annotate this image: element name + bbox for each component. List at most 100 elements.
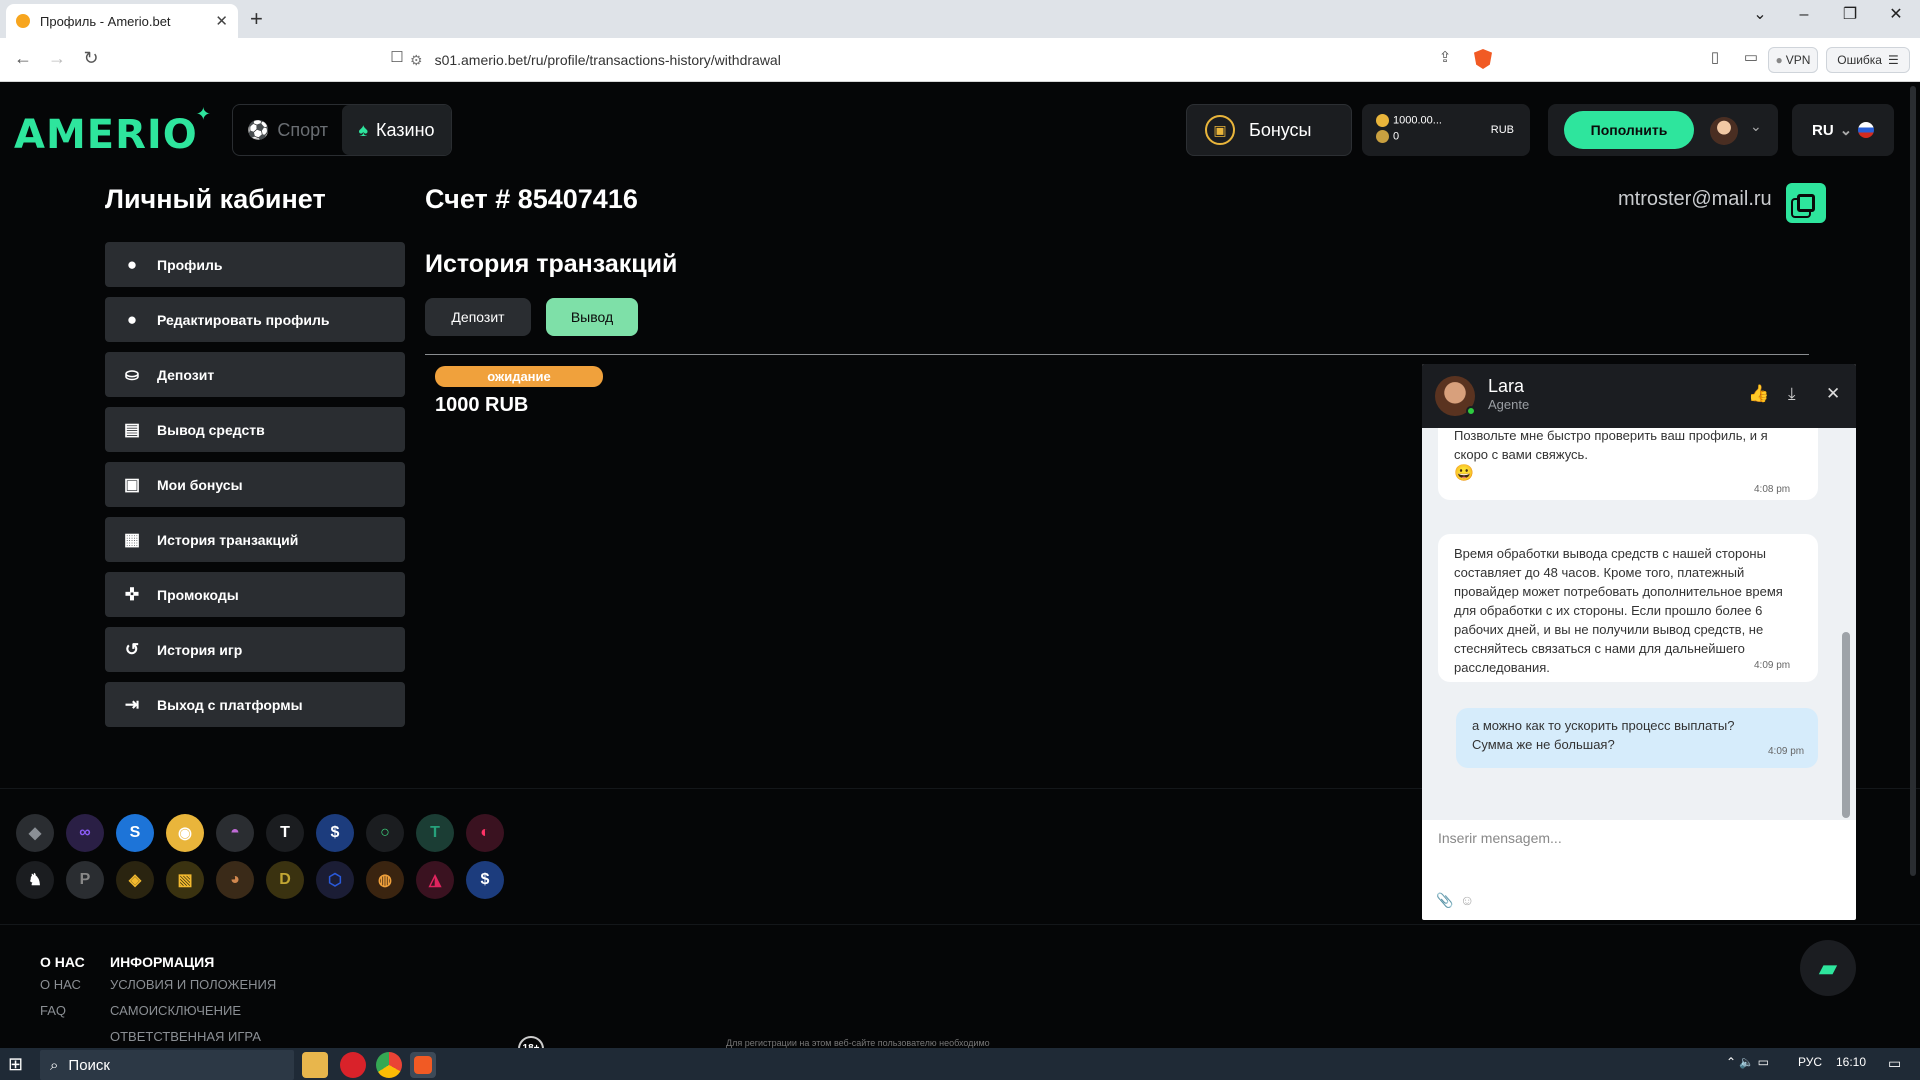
url-text: s01.amerio.bet/ru/profile/transactions-h… <box>434 52 781 68</box>
copy-button[interactable] <box>1786 183 1826 223</box>
person-icon: ● <box>126 254 138 274</box>
usdc-icon: $ <box>316 814 354 852</box>
tab-title: Профиль - Amerio.bet <box>40 13 171 29</box>
tether-tron-icon: T <box>266 814 304 852</box>
language-selector[interactable]: RU ⌄ <box>1792 104 1894 156</box>
tether-icon: T <box>416 814 454 852</box>
sidebar-item[interactable]: ▤ Вывод средств <box>105 407 405 452</box>
sidebar-item[interactable]: ⇥ Выход с платформы <box>105 682 405 727</box>
sidebar-item-label: Профиль <box>157 256 223 273</box>
sidebar-item-label: Выход с платформы <box>157 696 303 713</box>
history-icon: ↺ <box>124 639 140 659</box>
user-avatar[interactable] <box>1710 117 1738 145</box>
casino-tab[interactable]: ♠ Казино <box>342 105 451 155</box>
amerio-logo[interactable]: AMERIO ✦ <box>14 104 211 158</box>
close-tab-icon[interactable]: ✕ <box>215 12 228 30</box>
tab-deposit[interactable]: Депозит <box>425 298 531 336</box>
unicorn-icon: ♞ <box>16 861 54 899</box>
cabinet-title: Личный кабинет <box>105 184 326 214</box>
sidebar-item[interactable]: ⛀ Депозит <box>105 352 405 397</box>
user-message: а можно как то ускорить процесс выплаты?… <box>1456 708 1818 768</box>
browser-tab[interactable]: Профиль - Amerio.bet ✕ <box>6 4 238 38</box>
celo-icon: ○ <box>366 814 404 852</box>
back-icon[interactable]: ← <box>10 48 36 69</box>
thumbs-up-icon[interactable]: 👍 <box>1748 384 1769 404</box>
site-info-icon[interactable]: ⚙ <box>410 52 423 69</box>
input-language[interactable]: РУС <box>1798 1055 1822 1069</box>
chat-scrollbar[interactable] <box>1842 632 1850 818</box>
bonus-coin-icon <box>1376 130 1389 143</box>
sidebar-item[interactable]: ● Редактировать профиль <box>105 297 405 342</box>
opera-icon[interactable] <box>340 1052 366 1078</box>
sidebar-item[interactable]: ▣ Мои бонусы <box>105 462 405 507</box>
sidebar-item[interactable]: ▦ История транзакций <box>105 517 405 562</box>
file-explorer-icon[interactable] <box>302 1052 328 1078</box>
tab-withdraw[interactable]: Вывод <box>546 298 638 336</box>
sidebar-item-label: Мои бонусы <box>157 476 243 493</box>
close-window-icon[interactable]: ✕ <box>1876 4 1916 26</box>
agent-role: Agente <box>1488 397 1530 412</box>
bookmark-icon[interactable]: ☐ <box>384 48 410 66</box>
vpn-button[interactable]: ● VPN <box>1768 47 1818 73</box>
spade-icon: ♠ <box>358 119 368 140</box>
wallet-icon[interactable]: ▭ <box>1738 48 1764 66</box>
chevron-down-icon[interactable]: ⌄ <box>1750 118 1762 135</box>
download-icon[interactable]: ⤓ <box>1788 384 1796 404</box>
new-tab-icon[interactable]: + <box>250 6 263 32</box>
coin-icon <box>1376 114 1389 127</box>
pancakeswap-icon: ◕ <box>216 861 254 899</box>
transaction-amount: 1000 RUB <box>435 394 529 416</box>
user-email: mtroster@mail.ru <box>1618 188 1772 210</box>
notifications-icon[interactable]: ▭ <box>1888 1055 1901 1072</box>
forward-icon[interactable]: → <box>44 48 70 69</box>
minimize-icon[interactable]: – <box>1784 4 1824 26</box>
footer-link[interactable]: О НАС <box>40 977 81 992</box>
share-icon[interactable]: ⇪ <box>1432 48 1458 66</box>
sidebar-item-label: Вывод средств <box>157 421 265 438</box>
chat-messages[interactable]: Позвольте мне быстро проверить ваш профи… <box>1422 428 1856 820</box>
url-field[interactable]: ⚙ s01.amerio.bet/ru/profile/transactions… <box>410 46 1490 74</box>
footer-link[interactable]: ОТВЕТСТВЕННАЯ ИГРА <box>110 1029 261 1044</box>
page-scrollbar[interactable] <box>1910 86 1916 876</box>
binance-coin-icon: ◉ <box>166 814 204 852</box>
brave-taskbar-icon[interactable] <box>410 1052 436 1078</box>
deposit-icon: ⛀ <box>124 364 140 384</box>
bnb-icon: ◈ <box>116 861 154 899</box>
sidebar-icon[interactable]: ▯ <box>1702 48 1728 66</box>
bonuses-button[interactable]: ▣ Бонусы <box>1186 104 1352 156</box>
sidebar-item-label: Депозит <box>157 366 215 383</box>
maximize-icon[interactable]: ❐ <box>1830 4 1870 26</box>
chrome-icon[interactable] <box>376 1052 402 1078</box>
footer-link[interactable]: САМОИСКЛЮЧЕНИЕ <box>110 1003 241 1018</box>
message-input[interactable]: Inserir mensagem... <box>1438 830 1562 846</box>
taskbar-search[interactable]: ⌕ Поиск <box>40 1050 294 1080</box>
divider <box>425 354 1809 355</box>
deposit-button[interactable]: Пополнить <box>1564 111 1694 149</box>
polygon-icon: ∞ <box>66 814 104 852</box>
search-icon: ⌕ <box>50 1056 59 1074</box>
sidebar-item-label: История игр <box>157 641 243 658</box>
tab-search-icon[interactable]: ⌄ <box>1740 4 1780 26</box>
windows-start-icon[interactable]: ⊞ <box>8 1054 23 1075</box>
footer-divider <box>0 924 1920 925</box>
error-menu-button[interactable]: Ошибка ☰ <box>1826 47 1910 73</box>
sidebar-item[interactable]: ● Профиль <box>105 242 405 287</box>
sidebar-item[interactable]: ↺ История игр <box>105 627 405 672</box>
message-time: 4:09 pm <box>1768 746 1805 757</box>
sport-tab[interactable]: ⚽ Спорт <box>233 105 342 155</box>
chat-launcher-button[interactable]: ▰ <box>1800 940 1856 996</box>
balance-widget[interactable]: 1000.00... 0 RUB <box>1362 104 1530 156</box>
chat-bubble-icon: ▰ <box>1818 954 1838 982</box>
reload-icon[interactable]: ↻ <box>78 48 104 69</box>
sidebar-item[interactable]: ✜ Промокоды <box>105 572 405 617</box>
clock[interactable]: 16:10 <box>1836 1055 1866 1069</box>
axie-icon: ◮ <box>416 861 454 899</box>
message-time: 4:09 pm <box>1754 660 1791 671</box>
emoji-icon[interactable]: ☺ <box>1460 892 1474 908</box>
tray-icons[interactable]: ⌃ 🔈 ▭ <box>1726 1055 1769 1069</box>
close-chat-icon[interactable]: ✕ <box>1826 384 1840 404</box>
footer-link[interactable]: FAQ <box>40 1003 66 1018</box>
footer-link[interactable]: УСЛОВИЯ И ПОЛОЖЕНИЯ <box>110 977 276 992</box>
sidebar-item-label: Редактировать профиль <box>157 311 330 328</box>
attach-icon[interactable]: 📎 <box>1436 892 1453 909</box>
